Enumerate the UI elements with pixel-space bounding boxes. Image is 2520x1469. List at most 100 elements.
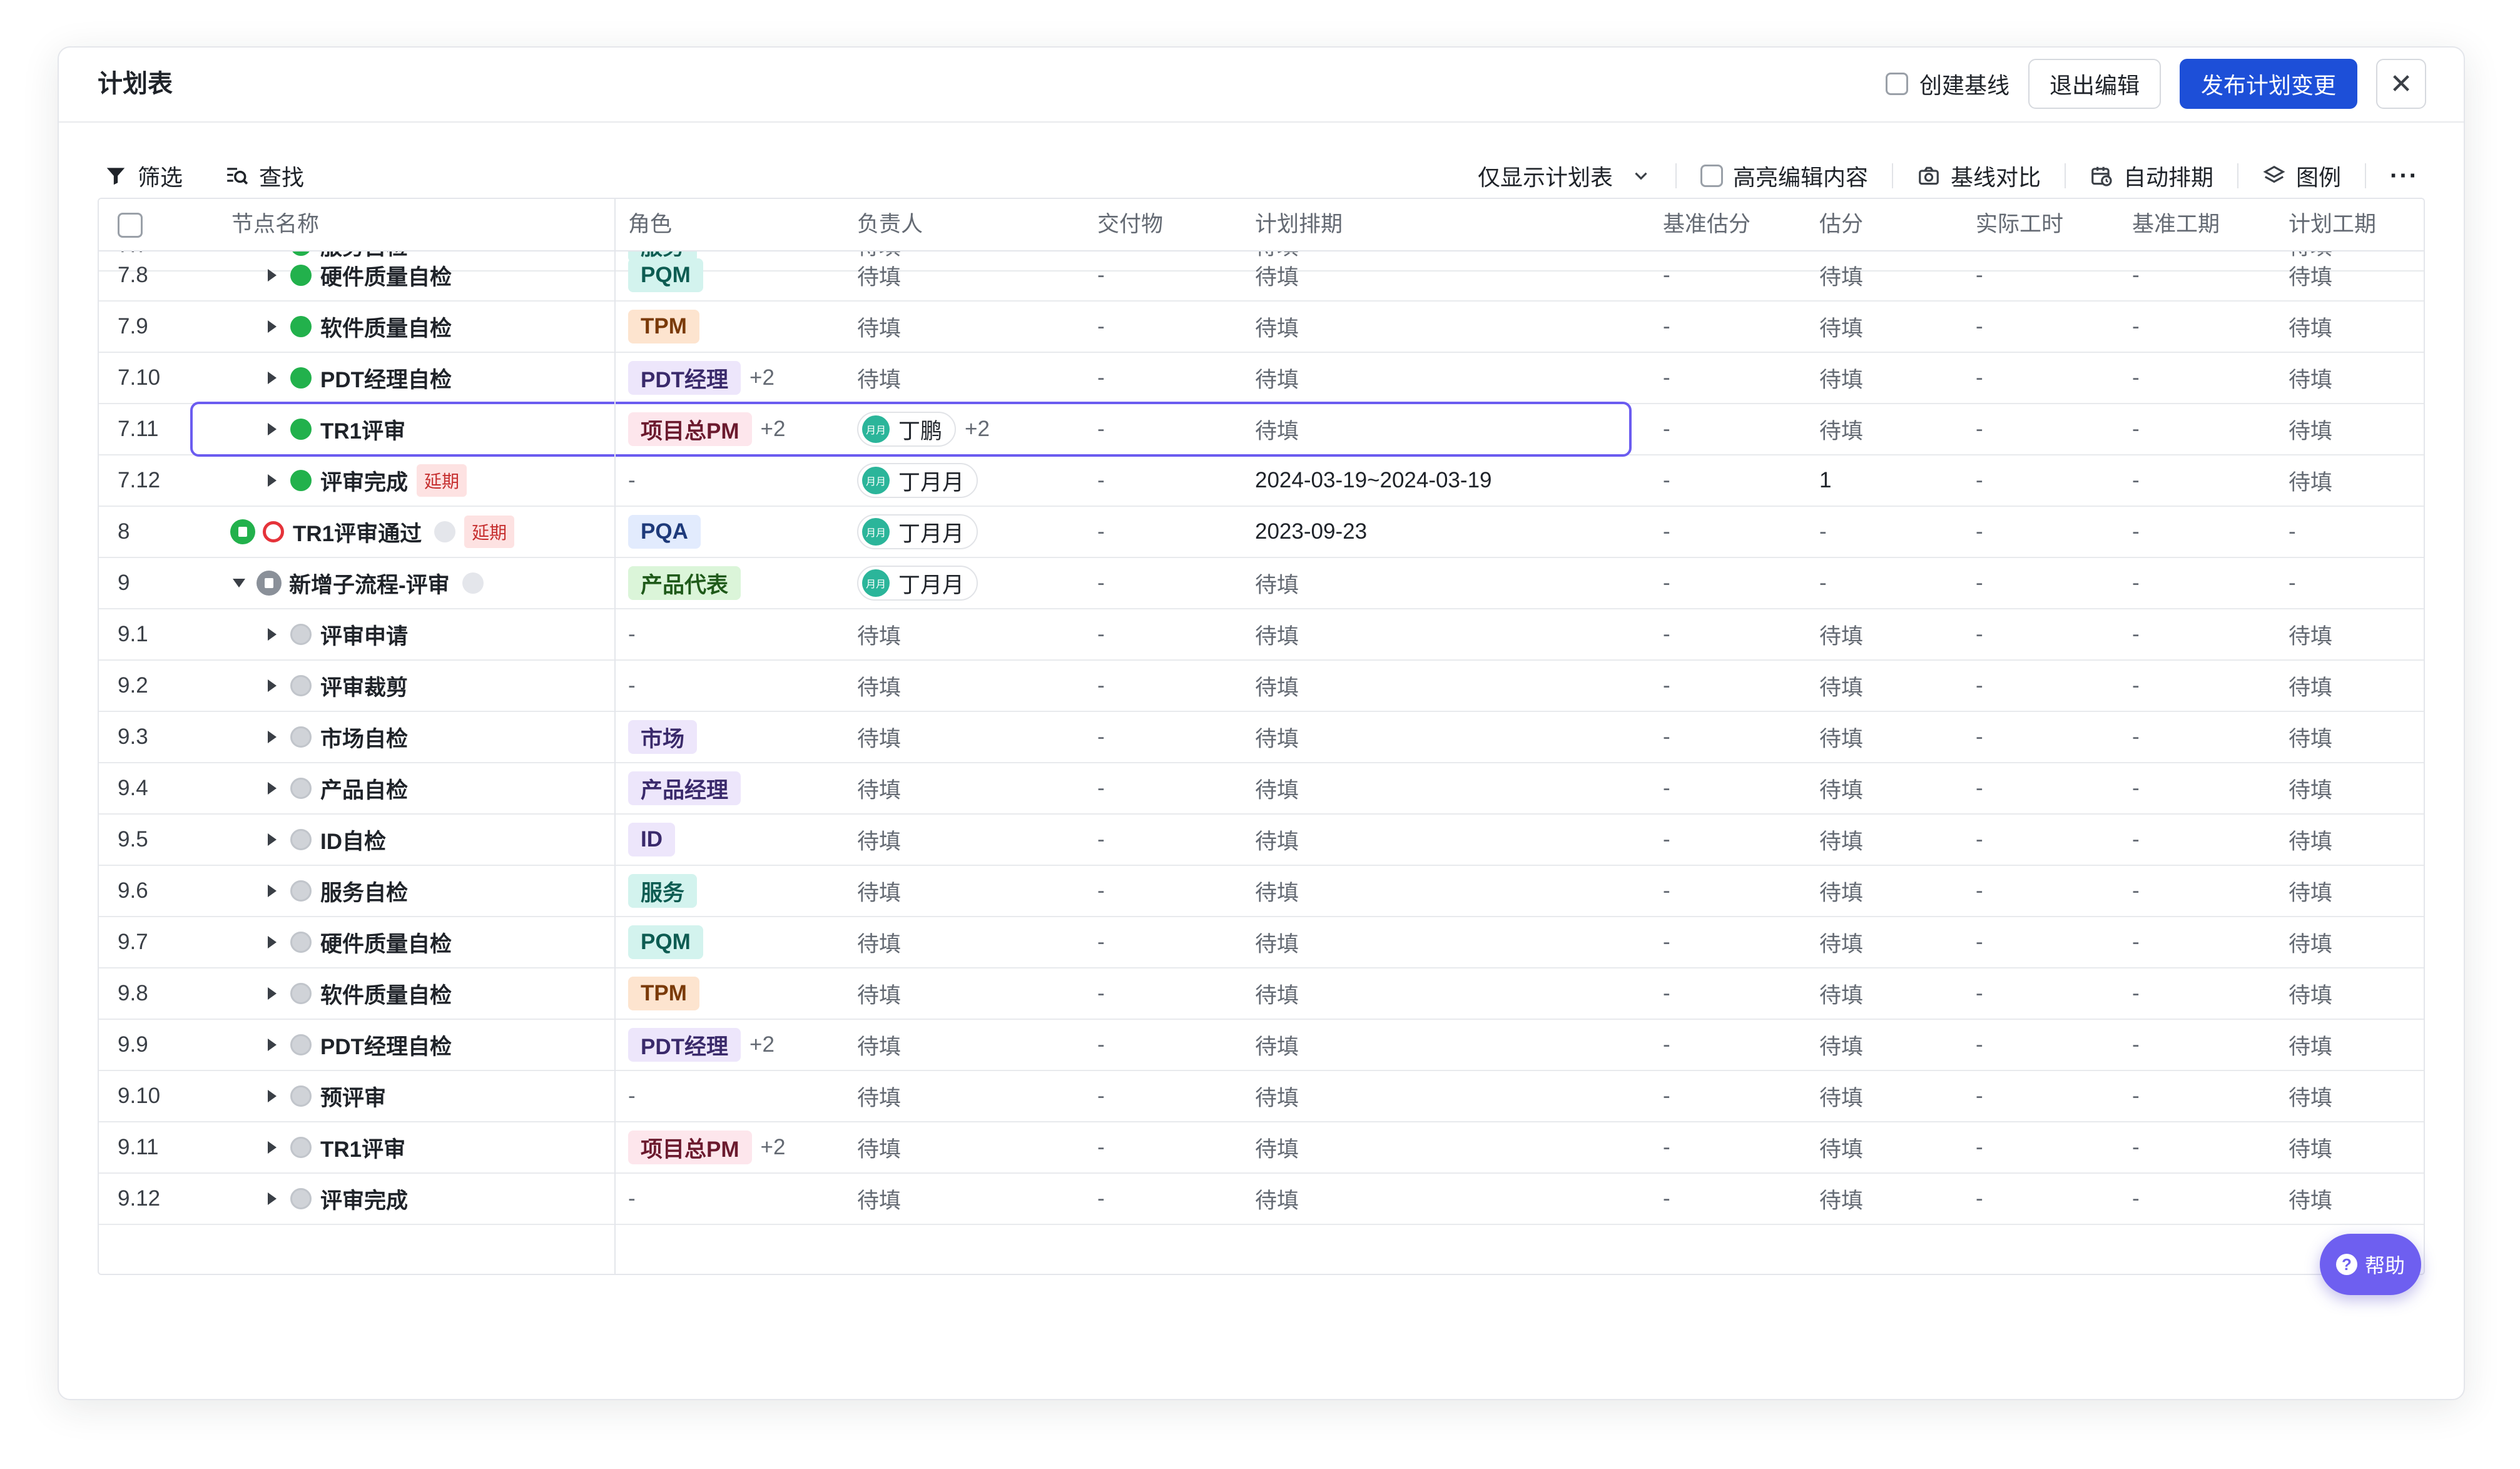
actual-hours-text[interactable]: -: [1976, 1084, 1983, 1109]
actual-hours-text[interactable]: -: [1976, 724, 1983, 750]
column-header-estimate[interactable]: 估分: [1819, 199, 1863, 250]
baseline-compare-button[interactable]: 基线对比: [1917, 160, 2041, 192]
deliverable-text[interactable]: -: [1097, 724, 1105, 750]
node-name[interactable]: 硬件质量自检: [320, 927, 452, 958]
base-duration-text[interactable]: -: [2132, 1186, 2140, 1211]
deliverable-text[interactable]: -: [1097, 263, 1105, 288]
select-all-checkbox[interactable]: [118, 213, 143, 238]
estimate-text[interactable]: 待填: [1819, 1183, 1863, 1215]
schedule-text[interactable]: 待填: [1255, 1029, 1299, 1061]
node-name[interactable]: 预评审: [320, 1080, 386, 1112]
table-row[interactable]: 9.10 预评审 - 待填 - 待填 - 待填 - - 待填: [99, 1071, 2424, 1122]
plan-duration-text[interactable]: 待填: [2289, 1029, 2332, 1061]
estimate-text[interactable]: 待填: [1819, 1029, 1863, 1061]
deliverable-text[interactable]: -: [1097, 1084, 1105, 1109]
plan-duration-text[interactable]: 待填: [2289, 721, 2332, 753]
base-estimate-text[interactable]: -: [1663, 417, 1670, 442]
role-more-count[interactable]: +2: [761, 417, 786, 442]
actual-hours-text[interactable]: -: [1976, 673, 1983, 698]
estimate-text[interactable]: 待填: [1819, 1132, 1863, 1164]
base-duration-text[interactable]: -: [2132, 263, 2140, 288]
view-select[interactable]: 仅显示计划表: [1478, 160, 1652, 192]
column-header-actual-hours[interactable]: 实际工时: [1976, 199, 2063, 250]
node-name[interactable]: 产品自检: [320, 773, 408, 805]
role-tag[interactable]: PQA: [628, 515, 701, 549]
base-estimate-text[interactable]: -: [1663, 673, 1670, 698]
schedule-text[interactable]: 待填: [1255, 619, 1299, 651]
estimate-text[interactable]: 待填: [1819, 875, 1863, 907]
node-name[interactable]: 服务自检: [320, 875, 408, 907]
column-header-owner[interactable]: 负责人: [857, 199, 923, 250]
owner-text[interactable]: 待填: [857, 978, 901, 1010]
table-row[interactable]: 9.1 评审申请 - 待填 - 待填 - 待填 - - 待填: [99, 609, 2424, 661]
owner-text[interactable]: 待填: [857, 927, 901, 958]
highlight-edits-checkbox[interactable]: 高亮编辑内容: [1700, 160, 1868, 192]
deliverable-text[interactable]: -: [1097, 622, 1105, 647]
actual-hours-text[interactable]: -: [1976, 314, 1983, 339]
plan-duration-text[interactable]: 待填: [2289, 465, 2332, 497]
owner-chip[interactable]: 月月 丁鹏: [857, 412, 957, 447]
table-row[interactable]: 9 新增子流程-评审 产品代表 月月 丁月月 - 待填 - - - - -: [99, 558, 2424, 609]
estimate-text[interactable]: -: [1819, 571, 1827, 596]
owner-text[interactable]: 待填: [857, 619, 901, 651]
close-icon[interactable]: ✕: [2376, 59, 2426, 109]
owner-text[interactable]: 待填: [857, 773, 901, 805]
base-estimate-text[interactable]: -: [1663, 1032, 1670, 1057]
base-estimate-text[interactable]: -: [1663, 622, 1670, 647]
role-tag[interactable]: TPM: [628, 310, 699, 343]
schedule-text[interactable]: 待填: [1255, 1183, 1299, 1215]
deliverable-text[interactable]: -: [1097, 1135, 1105, 1160]
expand-toggle-icon[interactable]: [268, 628, 277, 641]
table-row[interactable]: 7.12 评审完成 延期 - 月月 丁月月 - 2024-03-19~2024-03-19 - 1…: [99, 455, 2424, 507]
base-estimate-text[interactable]: -: [1663, 519, 1670, 544]
column-header-plan-duration[interactable]: 计划工期: [2289, 199, 2376, 250]
estimate-text[interactable]: -: [1819, 519, 1827, 544]
table-row[interactable]: 8 TR1评审通过 延期 PQA 月月 丁月月 - 2023-09-23 - - - - -: [99, 507, 2424, 558]
expand-toggle-icon[interactable]: [268, 1090, 277, 1102]
estimate-text[interactable]: 待填: [1819, 773, 1863, 805]
role-tag[interactable]: ID: [628, 823, 675, 856]
base-estimate-text[interactable]: -: [1663, 930, 1670, 955]
plan-duration-text[interactable]: 待填: [2289, 414, 2332, 445]
filter-button[interactable]: 筛选: [104, 160, 183, 192]
collapse-toggle-icon[interactable]: [233, 579, 245, 587]
base-duration-text[interactable]: -: [2132, 1032, 2140, 1057]
estimate-text[interactable]: 待填: [1819, 311, 1863, 343]
expand-toggle-icon[interactable]: [268, 320, 277, 333]
estimate-text[interactable]: 1: [1819, 468, 1831, 493]
base-estimate-text[interactable]: -: [1663, 776, 1670, 801]
expand-toggle-icon[interactable]: [268, 423, 277, 435]
schedule-text[interactable]: 待填: [1255, 414, 1299, 445]
owner-text[interactable]: 待填: [857, 721, 901, 753]
base-estimate-text[interactable]: -: [1663, 1084, 1670, 1109]
estimate-text[interactable]: 待填: [1819, 619, 1863, 651]
expand-toggle-icon[interactable]: [268, 474, 277, 487]
role-more-count[interactable]: +2: [761, 1135, 786, 1160]
owner-text[interactable]: 待填: [857, 1132, 901, 1164]
base-duration-text[interactable]: -: [2132, 776, 2140, 801]
estimate-text[interactable]: 待填: [1819, 824, 1863, 856]
column-header-base-estimate[interactable]: 基准估分: [1663, 199, 1750, 250]
owner-text[interactable]: 待填: [857, 1183, 901, 1215]
estimate-text[interactable]: 待填: [1819, 721, 1863, 753]
plan-duration-text[interactable]: 待填: [2289, 1080, 2332, 1112]
schedule-text[interactable]: 2024-03-19~2024-03-19: [1255, 468, 1492, 493]
role-tag[interactable]: 产品代表: [628, 566, 741, 600]
deliverable-text[interactable]: -: [1097, 365, 1105, 390]
table-row[interactable]: 9.4 产品自检 产品经理 待填 - 待填 - 待填 - - 待填: [99, 763, 2424, 815]
estimate-text[interactable]: 待填: [1819, 260, 1863, 292]
role-tag[interactable]: 市场: [628, 720, 698, 754]
base-duration-text[interactable]: -: [2132, 827, 2140, 852]
base-estimate-text[interactable]: -: [1663, 314, 1670, 339]
role-more-count[interactable]: +2: [749, 1032, 775, 1057]
base-duration-text[interactable]: -: [2132, 622, 2140, 647]
role-tag[interactable]: PQM: [628, 258, 703, 292]
deliverable-text[interactable]: -: [1097, 417, 1105, 442]
owner-text[interactable]: 待填: [857, 1029, 901, 1061]
actual-hours-text[interactable]: -: [1976, 1186, 1983, 1211]
base-estimate-text[interactable]: -: [1663, 571, 1670, 596]
node-name[interactable]: TR1评审: [320, 1132, 405, 1164]
schedule-text[interactable]: 待填: [1255, 978, 1299, 1010]
owner-text[interactable]: 待填: [857, 260, 901, 292]
auto-schedule-button[interactable]: 自动排期: [2090, 160, 2213, 192]
